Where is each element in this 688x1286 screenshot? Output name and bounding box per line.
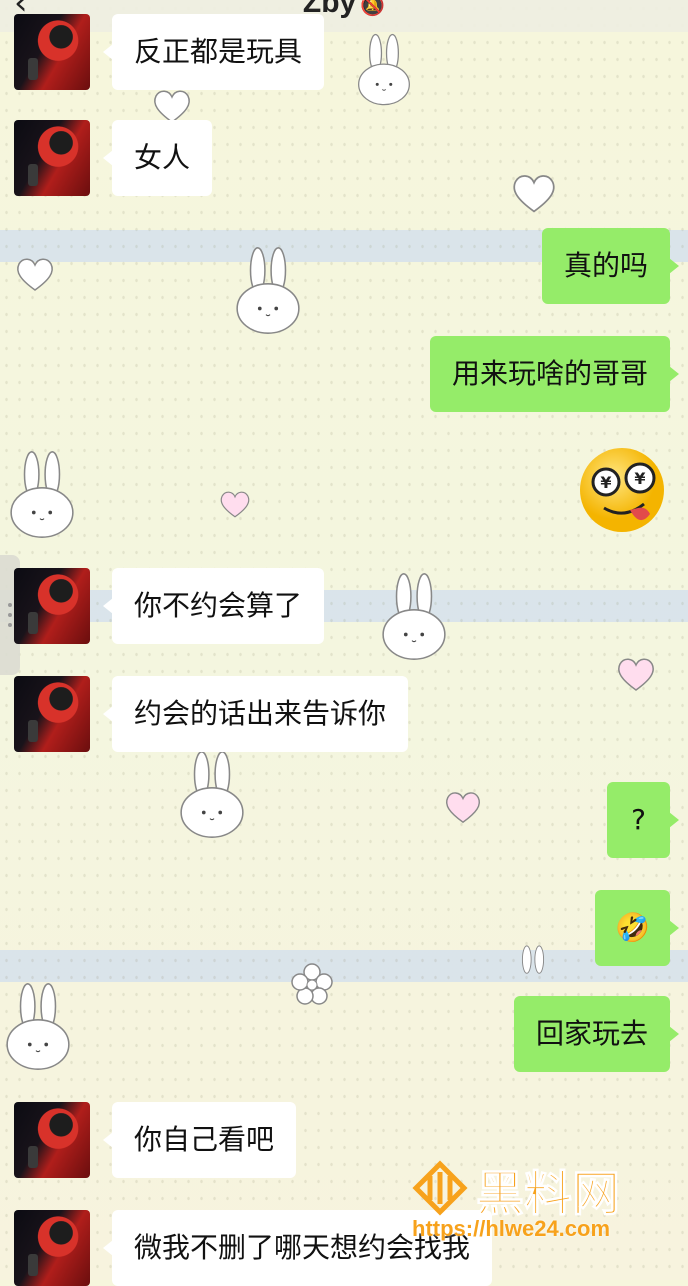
message-bubble-left: 约会的话出来告诉你 [102,676,409,752]
bunny-decoration-icon [521,945,545,974]
message-text: 女人 [134,141,191,174]
bunny-decoration-icon [6,983,70,1070]
flower-decoration-icon [291,963,333,1005]
bunny-decoration-icon [10,451,74,538]
watermark-name: 黑料网 [475,1166,621,1223]
message-bubble-right: 🤣 [595,890,679,966]
watermark: 黑料网 https://hlwe24.com [412,1160,672,1250]
message-bubble-left: 女人 [102,120,213,196]
svg-text:¥: ¥ [600,473,611,492]
contact-avatar[interactable] [14,676,90,752]
bunny-decoration-icon [236,247,300,334]
bunny-decoration-icon [358,33,410,106]
message-bubble-left: 你不约会算了 [102,568,325,644]
heart-decoration-icon [618,658,654,691]
chat-title: Zby 🔕 [0,0,688,20]
contact-avatar[interactable] [14,14,90,90]
rolling-laughing-emoji: 🤣 [615,911,650,944]
heart-decoration-icon [220,491,250,518]
message-text: 用来玩啥的哥哥 [451,357,648,390]
message-text: ? [631,803,646,836]
bunny-decoration-icon [180,751,244,838]
bunny-decoration-icon [382,573,446,660]
contact-avatar[interactable] [14,1102,90,1178]
heart-decoration-icon [513,175,555,213]
background-pattern [0,0,688,1280]
message-text: 约会的话出来告诉你 [134,697,387,730]
message-bubble-right: 真的吗 [541,228,680,304]
money-eyes-emoji-sticker[interactable]: ¥ ¥ [574,438,670,534]
contact-avatar[interactable] [14,120,90,196]
message-text: 真的吗 [563,249,648,282]
message-text: 你自己看吧 [134,1123,275,1156]
heart-decoration-icon [17,258,53,291]
contact-avatar[interactable] [14,568,90,644]
message-bubble-right: 用来玩啥的哥哥 [429,336,680,412]
heart-decoration-icon [445,792,481,824]
message-bubble-right: 回家玩去 [513,996,680,1072]
watermark-logo-icon [412,1160,468,1216]
message-text: 回家玩去 [535,1017,648,1050]
message-text: 你不约会算了 [134,589,303,622]
message-bubble-left: 反正都是玩具 [102,14,325,90]
watermark-url: https://hlwe24.com [412,1216,611,1241]
message-bubble-left: 你自己看吧 [102,1102,297,1178]
svg-text:¥: ¥ [634,469,645,488]
message-text: 反正都是玩具 [134,35,303,68]
message-bubble-right: ? [607,782,679,858]
chat-header: ‹ Zby 🔕 [0,0,688,32]
bell-off-icon: 🔕 [360,0,386,17]
contact-avatar[interactable] [14,1210,90,1286]
